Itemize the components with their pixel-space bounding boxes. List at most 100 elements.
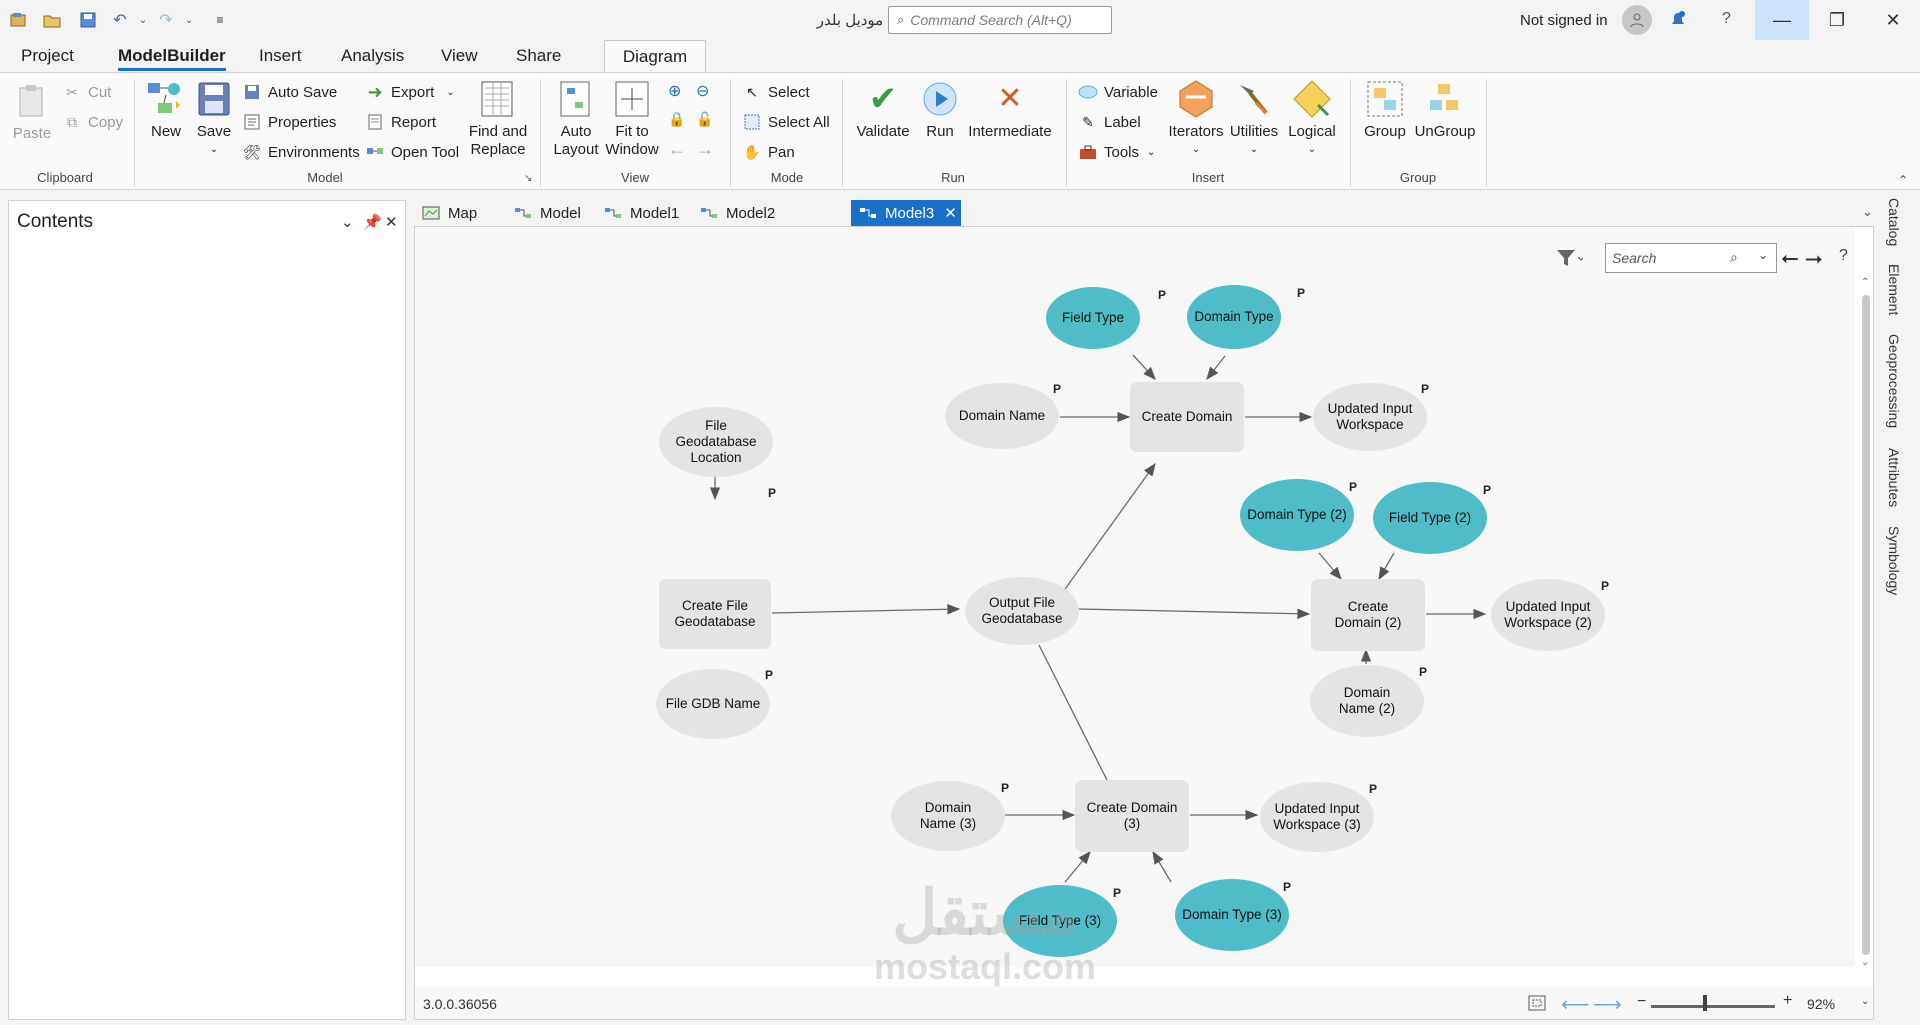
open-project-icon[interactable] [42,10,62,30]
dialog-launcher-icon[interactable]: ↘ [524,173,532,184]
previous-extent-icon[interactable]: ⟵ [1561,992,1590,1017]
tab-modelbuilder[interactable]: ModelBuilder [118,46,226,71]
tab-analysis[interactable]: Analysis [341,46,404,66]
node-domain-type[interactable]: Domain Type [1187,285,1281,349]
user-icon[interactable] [1622,5,1652,35]
node-file-gdb-name[interactable]: File GDB Name [656,669,770,739]
zoom-in-button[interactable]: + [1783,992,1792,1010]
save-project-icon[interactable] [78,10,98,30]
copy-button[interactable]: ⧉ Copy [62,111,123,133]
tab-model[interactable]: Model [506,200,589,226]
tab-share[interactable]: Share [516,46,561,66]
run-button[interactable]: Run [918,79,962,141]
find-replace-button[interactable]: Find and Replace [466,79,530,159]
dock-tab-element[interactable]: Element [1886,264,1902,315]
redo-dropdown-icon[interactable]: ⌄ [179,10,199,30]
node-domain-type-3[interactable]: Domain Type (3) [1175,879,1289,951]
back-arrow-icon[interactable]: ← [668,139,686,160]
select-all-button[interactable]: Select All [742,111,830,133]
tab-list-chevron-icon[interactable]: ⌄ [1862,204,1873,220]
node-field-type-2[interactable]: Field Type (2) [1373,482,1487,554]
node-domain-name-2[interactable]: Domain Name (2) [1310,665,1424,737]
pin-icon[interactable]: 📌 [363,213,382,231]
scroll-down-icon[interactable]: ⌄ [1861,957,1869,968]
node-updated-workspace-2[interactable]: Updated Input Workspace (2) [1491,579,1605,651]
cut-button[interactable]: ✂ Cut [62,81,111,103]
node-updated-workspace-3[interactable]: Updated Input Workspace (3) [1260,782,1374,852]
dock-tab-attributes[interactable]: Attributes [1886,448,1902,507]
ungroup-button[interactable]: UnGroup [1414,79,1476,141]
open-tool-button[interactable]: Open Tool [365,141,459,163]
sign-in-status[interactable]: Not signed in [1520,12,1608,29]
undo-icon[interactable]: ↶ [110,10,130,30]
dock-tab-catalog[interactable]: Catalog [1886,198,1902,246]
node-output-gdb[interactable]: Output File Geodatabase [965,577,1079,645]
select-button[interactable]: ↖ Select [742,81,810,103]
export-button[interactable]: ➜ Export ⌄ [365,81,454,103]
pane-options-icon[interactable]: ⌄ [341,213,354,231]
node-create-file-gdb[interactable]: Create File Geodatabase [659,579,771,649]
zoom-slider[interactable] [1651,1005,1775,1008]
close-pane-icon[interactable]: ✕ [385,213,398,231]
help-icon[interactable]: ? [1722,10,1731,28]
auto-save-button[interactable]: Auto Save [242,81,337,103]
dock-tab-symbology[interactable]: Symbology [1886,526,1902,595]
node-file-gdb-location[interactable]: File Geodatabase Location [659,407,773,477]
dock-tab-geoprocessing[interactable]: Geoprocessing [1886,334,1902,428]
node-domain-name[interactable]: Domain Name [945,383,1059,449]
forward-arrow-icon[interactable]: → [696,139,714,160]
collapse-ribbon-icon[interactable]: ⌃ [1898,173,1908,187]
chevron-down-icon[interactable]: ⌄ [1758,248,1768,262]
help-icon[interactable]: ? [1839,247,1848,265]
tab-map[interactable]: Map [414,200,485,226]
auto-layout-button[interactable]: Auto Layout [552,79,600,159]
new-project-icon[interactable] [8,10,28,30]
vertical-scrollbar[interactable]: ⌃ ⌄ [1858,277,1872,968]
iterators-button[interactable]: Iterators ⌄ [1168,79,1224,159]
diagram-area[interactable]: Field Type P Domain Type P Domain Name P… [415,227,1855,987]
lock-icon[interactable]: 🔒 [668,111,685,128]
zoom-out-icon[interactable]: ⊖ [696,81,709,101]
undo-dropdown-icon[interactable]: ⌄ [133,10,153,30]
command-search-input[interactable]: ⌕ Command Search (Alt+Q) [888,6,1112,34]
search-icon[interactable]: ⌕ [1730,249,1738,266]
node-create-domain-2[interactable]: Create Domain (2) [1311,579,1425,651]
full-extent-icon[interactable] [1527,994,1547,1015]
properties-button[interactable]: Properties [242,111,336,133]
close-window-button[interactable]: ✕ [1866,0,1920,40]
canvas-search-input[interactable]: Search ⌕ ⌄ [1605,243,1777,273]
tab-model1[interactable]: Model1 [596,200,687,226]
node-domain-name-3[interactable]: Domain Name (3) [891,781,1005,851]
label-button[interactable]: ✎ Label [1078,111,1141,133]
paste-button[interactable]: Paste [12,81,52,143]
filter-icon[interactable] [1555,247,1585,272]
zoom-out-button[interactable]: − [1637,993,1646,1011]
scroll-up-icon[interactable]: ⌃ [1861,277,1869,288]
tab-model3[interactable]: Model3 ✕ [851,200,961,226]
minimize-button[interactable]: — [1755,0,1809,40]
group-button[interactable]: Group [1360,79,1410,141]
fit-to-window-button[interactable]: Fit to Window [604,79,660,159]
zoom-in-icon[interactable]: ⊕ [668,81,681,101]
notification-icon[interactable] [1668,9,1688,32]
tab-insert[interactable]: Insert [259,46,302,66]
logical-button[interactable]: Logical ⌄ [1284,79,1340,159]
save-model-button[interactable]: Save ⌄ [194,79,234,159]
validate-button[interactable]: ✔ Validate [852,79,914,141]
tab-diagram[interactable]: Diagram [604,40,706,72]
restore-button[interactable]: ❐ [1810,0,1864,40]
customize-icon[interactable]: ≡ [210,10,230,30]
report-button[interactable]: Report [365,111,436,133]
zoom-level[interactable]: 92% [1807,996,1835,1012]
close-tab-icon[interactable]: ✕ [944,204,957,222]
zoom-slider-thumb[interactable] [1703,995,1707,1011]
environments-button[interactable]: 🛠 Environments [242,141,360,163]
intermediate-button[interactable]: ✕ Intermediate [966,79,1054,141]
tools-button[interactable]: Tools ⌄ [1078,141,1155,163]
next-extent-icon[interactable]: ⟶ [1593,992,1622,1017]
back-arrow-icon[interactable]: ⭠ [1781,245,1799,271]
node-create-domain-3[interactable]: Create Domain (3) [1075,780,1189,852]
node-create-domain[interactable]: Create Domain [1130,382,1244,452]
node-updated-workspace[interactable]: Updated Input Workspace [1313,383,1427,451]
node-field-type[interactable]: Field Type [1046,287,1140,349]
